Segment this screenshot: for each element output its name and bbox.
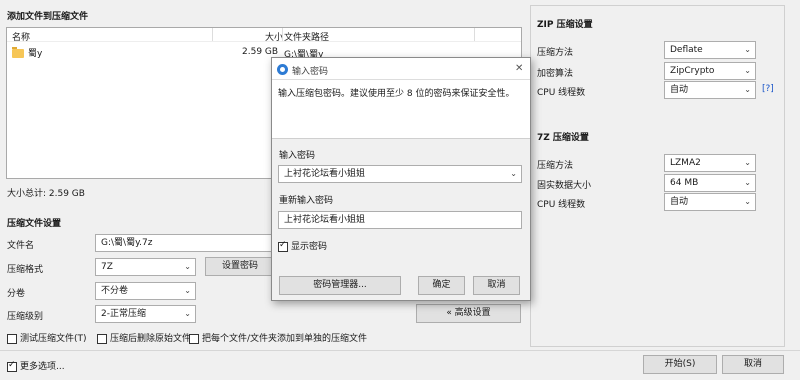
advanced-settings-button[interactable]: « 高级设置 xyxy=(416,304,521,323)
dialog-title: 输入密码 xyxy=(292,67,329,77)
separate-archives-label: 把每个文件/文件夹添加到单独的压缩文件 xyxy=(202,334,368,344)
test-archive-label: 测试压缩文件(T) xyxy=(20,334,87,344)
zip-encrypt-value: ZipCrypto xyxy=(670,66,715,76)
format-label: 压缩格式 xyxy=(7,265,44,275)
zip-cpu-select[interactable]: 自动 ⌄ xyxy=(664,81,756,99)
show-password-option[interactable]: 显示密码 xyxy=(278,239,327,252)
split-value: 不分卷 xyxy=(101,286,129,296)
sevenz-cpu-label: CPU 线程数 xyxy=(537,200,586,210)
password-input[interactable]: 上衬花论坛看小姐姐 ⌄ xyxy=(278,165,522,183)
close-icon[interactable]: ✕ xyxy=(515,63,523,74)
sevenz-method-select[interactable]: LZMA2 ⌄ xyxy=(664,154,756,172)
settings-side-panel: ZIP 压缩设置 压缩方法 Deflate ⌄ 加密算法 ZipCrypto ⌄… xyxy=(530,5,785,347)
test-archive-option[interactable]: 测试压缩文件(T) xyxy=(7,331,87,344)
folder-icon xyxy=(12,47,24,58)
level-value: 2-正常压缩 xyxy=(101,309,146,319)
chevron-down-icon: ⌄ xyxy=(744,66,751,75)
zip-cpu-value: 自动 xyxy=(670,85,689,95)
level-label: 压缩级别 xyxy=(7,312,44,322)
sevenz-method-label: 压缩方法 xyxy=(537,161,574,171)
checkbox-icon[interactable] xyxy=(278,240,288,252)
dialog-divider xyxy=(272,138,530,139)
filename-input[interactable]: G:\蜀\蜀y.7z xyxy=(95,234,275,252)
key-icon xyxy=(277,64,288,75)
checkbox-icon[interactable] xyxy=(7,360,17,372)
chevron-down-icon: ⌄ xyxy=(744,85,751,94)
checkbox-icon[interactable] xyxy=(7,333,17,344)
dialog-titlebar: 输入密码 ✕ xyxy=(272,58,530,80)
password-label: 输入密码 xyxy=(279,151,316,161)
password-manager-button[interactable]: 密码管理器... xyxy=(279,276,401,295)
sevenz-solid-select[interactable]: 64 MB ⌄ xyxy=(664,174,756,192)
dialog-ok-button[interactable]: 确定 xyxy=(418,276,465,295)
more-options-option[interactable]: 更多选项... xyxy=(7,359,65,372)
start-button[interactable]: 开始(S) xyxy=(643,355,717,374)
split-label: 分卷 xyxy=(7,289,26,299)
settings-title: 压缩文件设置 xyxy=(7,219,62,229)
column-divider xyxy=(282,28,283,41)
list-header: 名称 大小 文件夹路径 xyxy=(7,28,521,43)
cancel-button[interactable]: 取消 xyxy=(722,355,784,374)
help-link[interactable]: [?] xyxy=(762,84,774,94)
column-divider xyxy=(474,28,475,41)
column-divider xyxy=(212,28,213,41)
chevron-down-icon: ⌄ xyxy=(744,197,751,206)
dialog-hint: 输入压缩包密码。建议使用至少 8 位的密码来保证安全性。 xyxy=(278,89,515,99)
repeat-password-label: 重新输入密码 xyxy=(279,196,334,206)
sevenz-cpu-select[interactable]: 自动 ⌄ xyxy=(664,193,756,211)
zip-encrypt-label: 加密算法 xyxy=(537,69,574,79)
column-name[interactable]: 名称 xyxy=(12,30,30,43)
sevenz-cpu-value: 自动 xyxy=(670,197,689,207)
file-name-cell: 蜀y xyxy=(12,46,42,59)
format-select[interactable]: 7Z ⌄ xyxy=(95,258,196,276)
password-dialog: 输入密码 ✕ 输入压缩包密码。建议使用至少 8 位的密码来保证安全性。 输入密码… xyxy=(271,57,531,301)
zip-method-value: Deflate xyxy=(670,45,703,55)
checkbox-icon[interactable] xyxy=(189,333,199,344)
chevron-down-icon: ⌄ xyxy=(184,286,191,295)
level-select[interactable]: 2-正常压缩 ⌄ xyxy=(95,305,196,323)
dialog-cancel-button[interactable]: 取消 xyxy=(473,276,520,295)
repeat-password-input[interactable]: 上衬花论坛看小姐姐 xyxy=(278,211,522,229)
chevron-down-icon: ⌄ xyxy=(744,178,751,187)
delete-original-label: 压缩后删除原始文件 xyxy=(110,334,192,344)
checkbox-icon[interactable] xyxy=(97,333,107,344)
password-value: 上衬花论坛看小姐姐 xyxy=(284,169,366,179)
more-options-label: 更多选项... xyxy=(20,362,65,372)
delete-original-option[interactable]: 压缩后删除原始文件 xyxy=(97,331,191,344)
separate-archives-option[interactable]: 把每个文件/文件夹添加到单独的压缩文件 xyxy=(189,331,367,344)
zip-method-label: 压缩方法 xyxy=(537,48,574,58)
sevenz-solid-value: 64 MB xyxy=(670,178,699,188)
file-name: 蜀y xyxy=(28,49,43,59)
chevron-down-icon: ⌄ xyxy=(184,262,191,271)
dialog-hint-area: 输入压缩包密码。建议使用至少 8 位的密码来保证安全性。 xyxy=(272,80,530,138)
sevenz-settings-title: 7Z 压缩设置 xyxy=(537,133,589,143)
zip-settings-title: ZIP 压缩设置 xyxy=(537,20,593,30)
file-size: 2.59 GB xyxy=(242,47,279,57)
column-size[interactable]: 大小 xyxy=(265,30,283,43)
chevron-down-icon: ⌄ xyxy=(184,309,191,318)
sevenz-method-value: LZMA2 xyxy=(670,158,701,168)
sevenz-solid-label: 固实数据大小 xyxy=(537,181,592,191)
set-password-button[interactable]: 设置密码 xyxy=(205,257,275,276)
column-path[interactable]: 文件夹路径 xyxy=(284,30,329,43)
chevron-down-icon: ⌄ xyxy=(744,45,751,54)
zip-cpu-label: CPU 线程数 xyxy=(537,88,586,98)
footer-divider xyxy=(0,350,800,351)
format-value: 7Z xyxy=(101,262,113,272)
show-password-label: 显示密码 xyxy=(291,242,328,252)
add-files-title: 添加文件到压缩文件 xyxy=(7,12,89,22)
chevron-down-icon[interactable]: ⌄ xyxy=(510,166,517,182)
filename-label: 文件名 xyxy=(7,241,35,251)
split-select[interactable]: 不分卷 ⌄ xyxy=(95,282,196,300)
chevron-down-icon: ⌄ xyxy=(744,158,751,167)
total-size: 大小总计: 2.59 GB xyxy=(7,189,85,199)
zip-encrypt-select[interactable]: ZipCrypto ⌄ xyxy=(664,62,756,80)
zip-method-select[interactable]: Deflate ⌄ xyxy=(664,41,756,59)
